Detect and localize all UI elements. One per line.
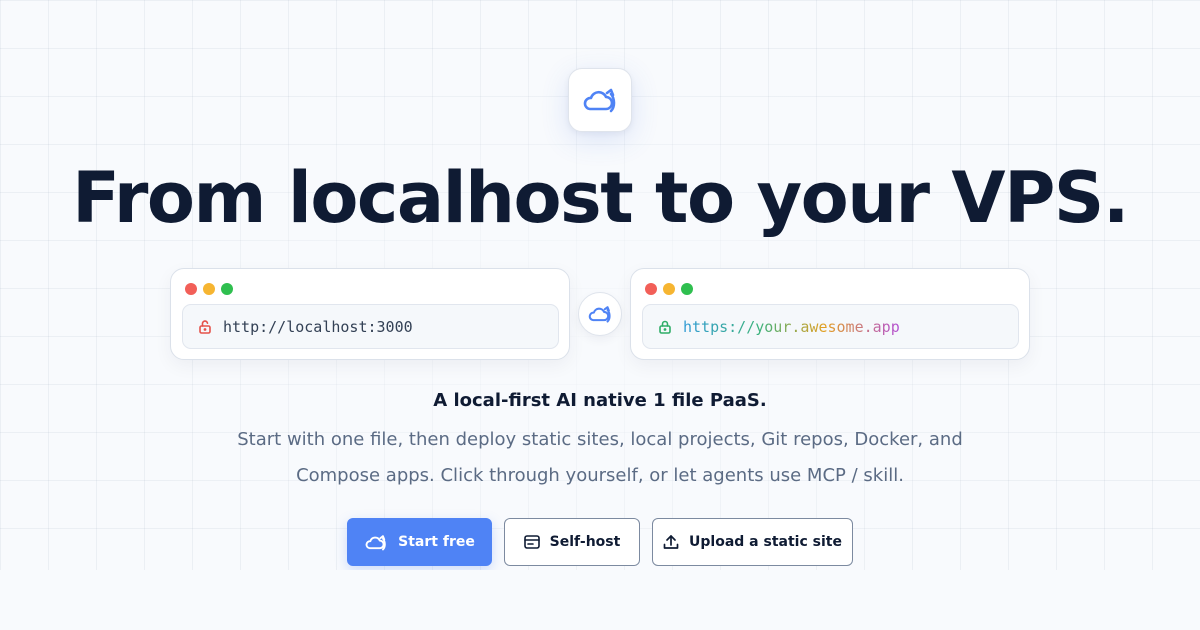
close-dot-icon [185, 283, 197, 295]
upload-icon [663, 535, 679, 549]
minimize-dot-icon [203, 283, 215, 295]
window-controls [645, 283, 693, 295]
window-controls [185, 283, 233, 295]
production-url-bar: https://your.awesome.app [642, 304, 1019, 349]
localhost-url: http://localhost:3000 [223, 317, 413, 336]
start-free-label: Start free [398, 534, 475, 550]
close-dot-icon [645, 283, 657, 295]
self-host-label: Self-host [549, 534, 621, 550]
footer-band [0, 570, 1200, 630]
minimize-dot-icon [663, 283, 675, 295]
production-url: https://your.awesome.app [683, 317, 900, 336]
deploy-connector [578, 292, 622, 336]
unlocked-icon [199, 319, 211, 334]
lock-icon [659, 320, 671, 334]
maximize-dot-icon [681, 283, 693, 295]
localhost-window: http://localhost:3000 [170, 268, 570, 360]
localhost-url-bar: http://localhost:3000 [182, 304, 559, 349]
cloud-upload-icon [588, 306, 611, 323]
self-host-button[interactable]: Self-host [504, 518, 640, 566]
production-window: https://your.awesome.app [630, 268, 1030, 360]
cloud-upload-icon [365, 534, 386, 550]
server-icon [523, 535, 540, 549]
maximize-dot-icon [221, 283, 233, 295]
tagline: A local-first AI native 1 file PaaS. [433, 390, 767, 411]
start-free-button[interactable]: Start free [347, 518, 492, 566]
app-logo [568, 68, 632, 132]
upload-static-site-button[interactable]: Upload a static site [652, 518, 853, 566]
upload-static-site-label: Upload a static site [689, 534, 842, 550]
description: Start with one file, then deploy static … [237, 429, 963, 486]
page-headline: From localhost to your VPS. [72, 157, 1129, 239]
cloud-upload-icon [583, 88, 616, 113]
